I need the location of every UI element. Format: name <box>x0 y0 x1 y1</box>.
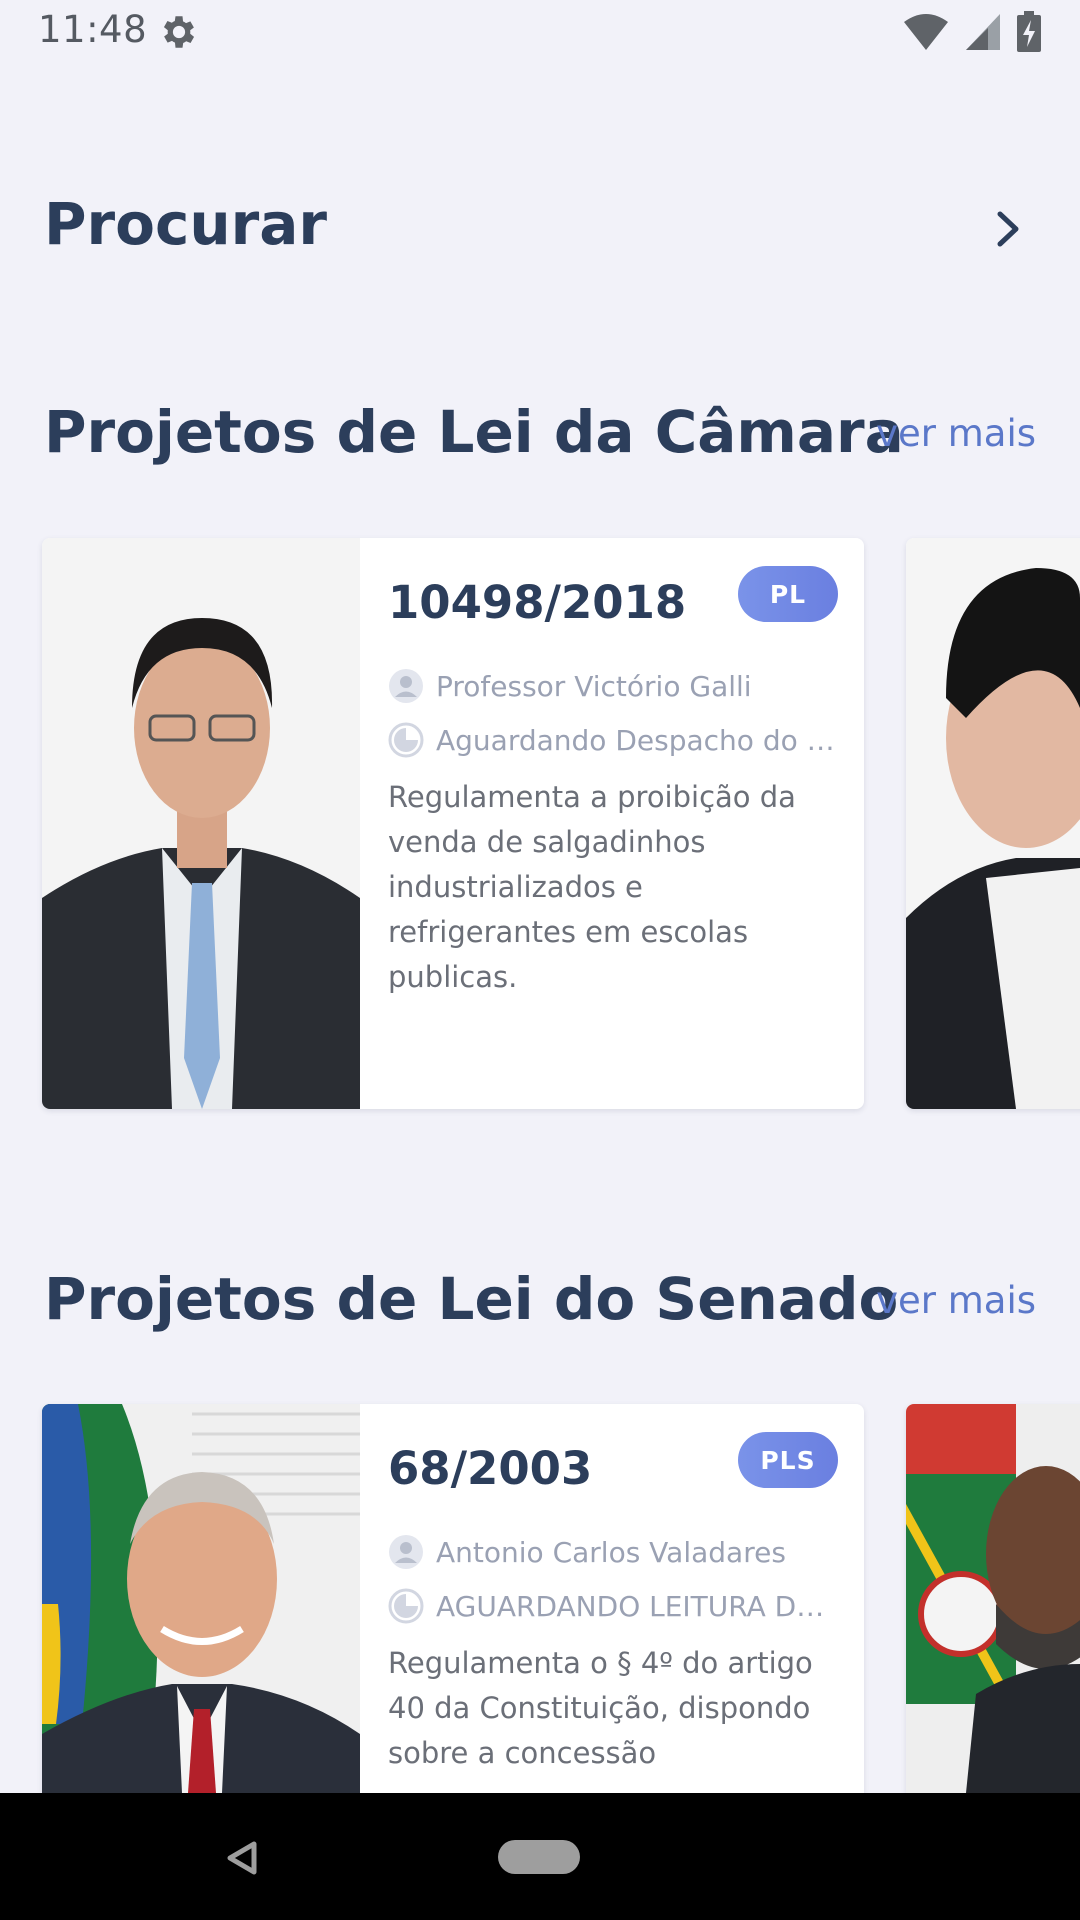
system-nav-bar <box>0 1793 1080 1920</box>
bill-type-badge: PLS <box>738 1432 838 1488</box>
bill-card[interactable]: 10498/2018 PL Professor Victório Galli A… <box>42 538 864 1109</box>
card-body: 10498/2018 PL Professor Victório Galli A… <box>360 538 864 1109</box>
search-title: Procurar <box>44 190 327 258</box>
bill-number: 68/2003 <box>388 1442 593 1495</box>
bill-status: AGUARDANDO LEITURA DE... <box>436 1589 840 1623</box>
battery-charging-icon <box>1017 11 1041 52</box>
bill-description: Regulamenta a proibição da venda de salg… <box>388 780 796 994</box>
clock-status-icon <box>388 1588 424 1624</box>
status-row: AGUARDANDO LEITURA DE... <box>388 1584 840 1628</box>
chevron-right-icon[interactable] <box>990 208 1028 250</box>
author-name: Antonio Carlos Valadares <box>436 1535 786 1569</box>
bill-type-badge: PL <box>738 566 838 622</box>
author-photo <box>42 538 360 1109</box>
status-time: 11:48 <box>38 8 148 51</box>
cell-signal-icon <box>966 14 1000 50</box>
bill-card-next[interactable] <box>906 1404 1080 1793</box>
bill-card-next[interactable] <box>906 538 1080 1109</box>
status-icons <box>902 10 1042 54</box>
home-pill-icon[interactable] <box>498 1840 580 1874</box>
back-triangle-icon[interactable] <box>222 1838 262 1878</box>
user-icon <box>389 669 423 703</box>
camara-section-header: Projetos de Lei da Câmara ver mais <box>0 390 1080 480</box>
bill-number: 10498/2018 <box>388 576 687 629</box>
user-icon <box>389 1535 423 1569</box>
bill-status: Aguardando Despacho do Pr... <box>436 723 840 757</box>
bill-description: Regulamenta o § 4º do artigo 40 da Const… <box>388 1646 813 1770</box>
wifi-icon <box>904 14 948 50</box>
author-row: Antonio Carlos Valadares <box>388 1530 840 1574</box>
card-body: 68/2003 PLS Antonio Carlos Valadares AGU… <box>360 1404 864 1793</box>
see-more-camara-link[interactable]: ver mais <box>876 412 1036 455</box>
senado-section-header: Projetos de Lei do Senado ver mais <box>0 1257 1080 1347</box>
search-row[interactable]: Procurar <box>0 180 1080 276</box>
gear-icon <box>163 16 195 48</box>
author-row: Professor Victório Galli <box>388 664 840 708</box>
author-photo <box>906 1404 1080 1793</box>
see-more-senado-link[interactable]: ver mais <box>876 1279 1036 1322</box>
section-title-camara: Projetos de Lei da Câmara <box>44 398 904 466</box>
section-title-senado: Projetos de Lei do Senado <box>44 1265 899 1333</box>
bill-card[interactable]: 68/2003 PLS Antonio Carlos Valadares AGU… <box>42 1404 864 1793</box>
status-bar: 11:48 <box>0 0 1080 64</box>
author-name: Professor Victório Galli <box>436 669 752 703</box>
author-photo <box>42 1404 360 1793</box>
status-row: Aguardando Despacho do Pr... <box>388 718 840 762</box>
author-photo <box>906 538 1080 1109</box>
clock-status-icon <box>388 722 424 758</box>
